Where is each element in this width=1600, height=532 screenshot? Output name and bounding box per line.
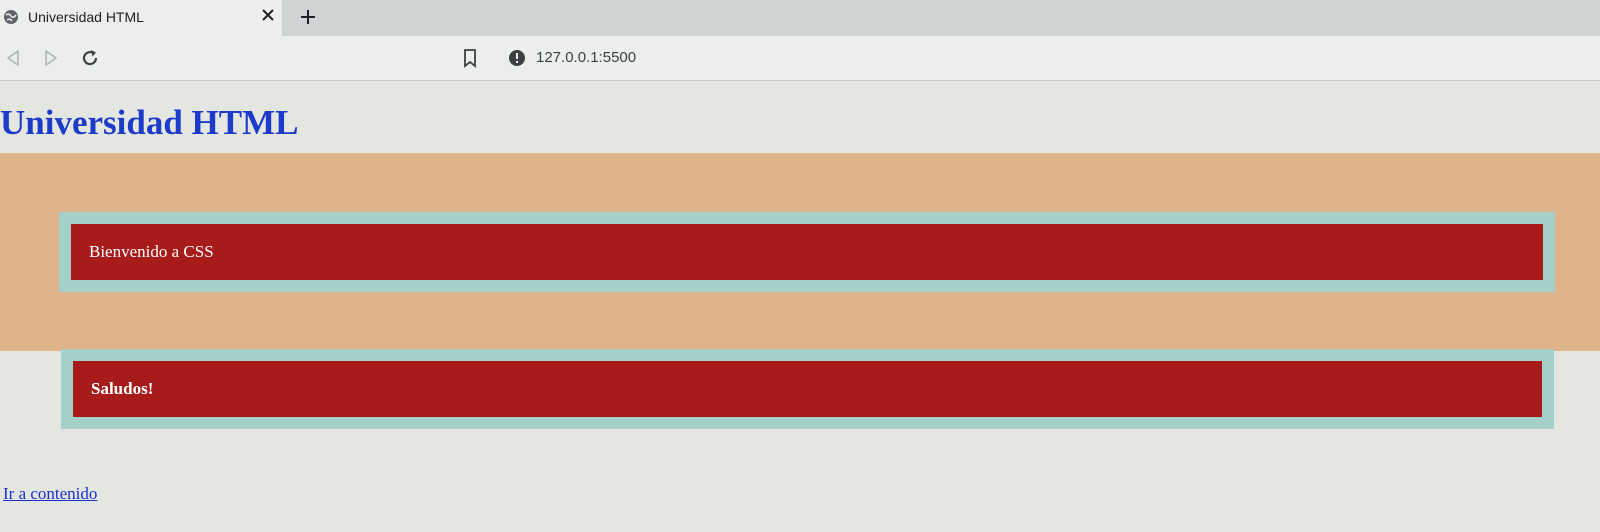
tab-strip: Universidad HTML [0,0,1600,36]
page-title: Universidad HTML [0,103,299,142]
welcome-box-inner: Bienvenido a CSS [71,224,1543,280]
welcome-text: Bienvenido a CSS [89,242,214,261]
greeting-text: Saludos! [91,379,154,398]
forward-arrow-icon[interactable] [40,48,60,68]
address-bar-url[interactable]: 127.0.0.1:5500 [536,49,636,66]
reload-icon[interactable] [80,48,100,68]
bookmark-icon[interactable] [462,48,478,68]
greeting-box: Saludos! [61,349,1554,429]
tab-title: Universidad HTML [28,9,144,25]
new-tab-plus-icon[interactable] [298,7,318,27]
globe-icon [4,10,18,24]
page-content: Universidad HTML Bienvenido a CSS Saludo… [0,81,1600,532]
greeting-box-inner: Saludos! [73,361,1542,417]
back-arrow-icon[interactable] [4,48,24,68]
browser-toolbar: 127.0.0.1:5500 [0,36,1600,81]
browser-tab[interactable]: Universidad HTML [0,0,282,36]
site-info-icon[interactable] [508,49,526,67]
welcome-box: Bienvenido a CSS [59,212,1555,292]
close-icon[interactable] [260,7,276,23]
skip-to-content-link[interactable]: Ir a contenido [3,484,97,504]
